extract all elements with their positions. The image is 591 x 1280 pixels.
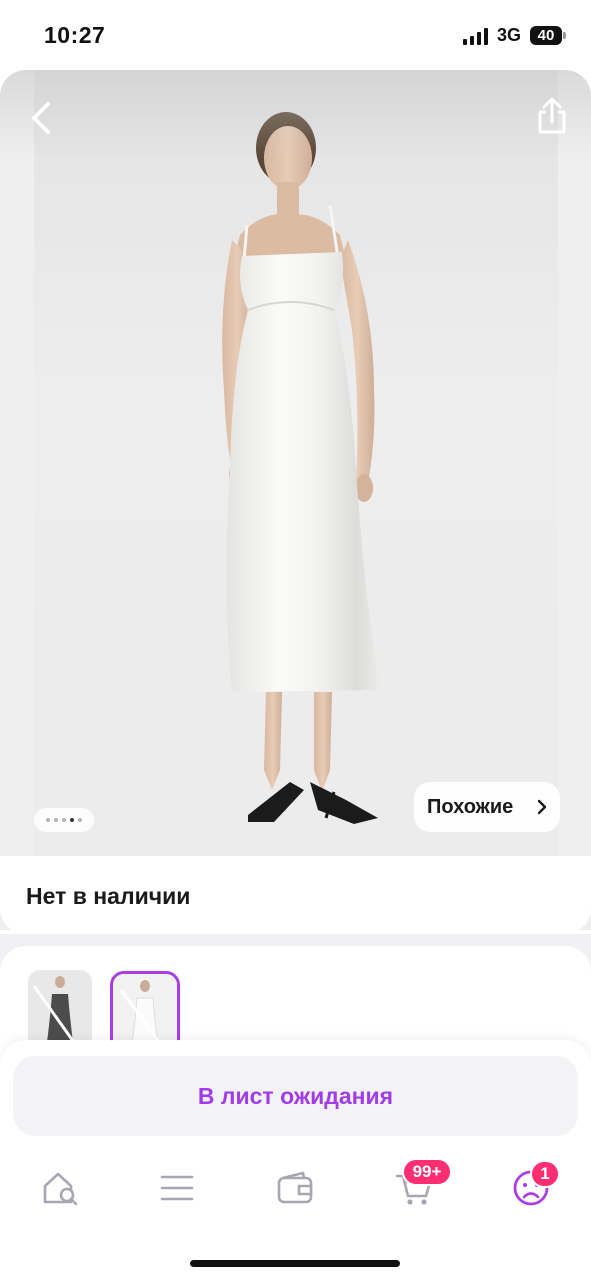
catalog-menu-icon xyxy=(160,1175,194,1201)
profile-notification-badge: 1 xyxy=(530,1160,560,1188)
bottom-action-sheet: В лист ожидания xyxy=(0,1040,591,1280)
tab-home-search[interactable] xyxy=(32,1160,88,1216)
variant-thumbnail[interactable] xyxy=(28,970,92,1050)
waitlist-label: В лист ожидания xyxy=(197,1082,394,1109)
network-type: 3G xyxy=(497,25,522,45)
waitlist-button[interactable]: В лист ожидания xyxy=(13,1056,578,1136)
chevron-left-icon xyxy=(32,102,50,134)
dress-model-illustration xyxy=(222,112,380,824)
page-dot xyxy=(62,818,66,822)
similar-button[interactable]: Похожие xyxy=(414,782,560,832)
back-button[interactable] xyxy=(22,96,62,140)
cellular-signal-icon xyxy=(463,28,488,45)
chevron-right-icon xyxy=(537,799,547,815)
page-dot-active xyxy=(70,818,74,822)
page-dot xyxy=(78,818,82,822)
tab-catalog[interactable] xyxy=(149,1160,205,1216)
status-bar: 10:27 3G 40 xyxy=(0,0,591,70)
home-indicator[interactable] xyxy=(190,1260,400,1267)
availability-card: Нет в наличии xyxy=(0,856,591,934)
battery-cap xyxy=(563,32,566,39)
product-gallery[interactable]: Похожие xyxy=(0,70,591,930)
battery-icon: 40 xyxy=(530,26,562,45)
gallery-page-indicator xyxy=(34,808,94,832)
cart-count-badge: 99+ xyxy=(402,1158,452,1186)
status-time: 10:27 xyxy=(44,22,106,48)
photo-top-fade xyxy=(0,70,591,160)
page-dot xyxy=(54,818,58,822)
share-button[interactable] xyxy=(532,94,572,138)
wallet-icon xyxy=(277,1171,313,1204)
tab-wallet[interactable] xyxy=(267,1160,323,1216)
product-photo xyxy=(34,70,558,857)
page-dot xyxy=(46,818,50,822)
variant-thumbnail-dark-icon xyxy=(28,970,92,1050)
home-search-icon xyxy=(43,1172,78,1206)
share-icon xyxy=(538,97,566,134)
availability-status: Нет в наличии xyxy=(26,883,191,909)
similar-label: Похожие xyxy=(427,795,514,818)
